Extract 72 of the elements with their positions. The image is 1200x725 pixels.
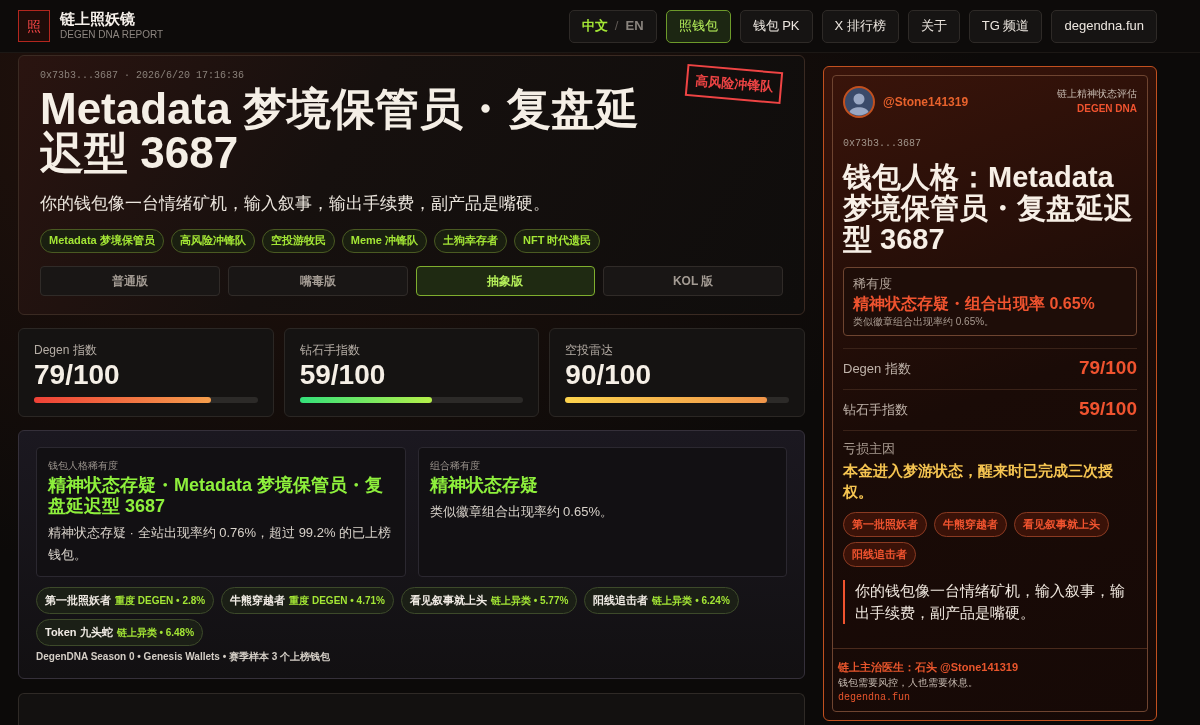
rarity-description: 精神状态存疑 · 全站出现率约 0.76%，超过 99.2% 的已上榜钱包。 xyxy=(48,523,393,564)
badge-detail: 链上异类 • 6.48% xyxy=(116,625,195,640)
share-site-link[interactable]: degendna.fun xyxy=(838,690,910,705)
nav-button[interactable]: degendna.fun xyxy=(1051,9,1157,43)
rarity-label: 组合稀有度 xyxy=(429,458,481,473)
trait-tag: 空投游牧民 xyxy=(261,228,335,253)
badge-name: 看见叙事就上头 xyxy=(409,592,487,608)
share-tag: 阳线追击者 xyxy=(843,542,916,567)
site-title: 链上照妖镜 xyxy=(60,10,136,28)
stat-label: Degen 指数 xyxy=(34,341,98,359)
version-tab[interactable]: 嘴毒版 xyxy=(227,265,408,296)
score-label: 钻石手指数 xyxy=(843,400,908,419)
badge-detail: 链上异类 • 6.24% xyxy=(652,593,730,608)
share-title: 钱包人格：Metadata 梦境保管员・复盘延迟型 3687 xyxy=(843,162,1134,255)
trait-tag: 土狗幸存者 xyxy=(434,228,507,253)
score-value: 59/100 xyxy=(1078,397,1137,422)
risk-stamp: 高风险冲锋队 xyxy=(684,63,784,104)
persona-title: Metadata 梦境保管员・复盘延迟型 3687 xyxy=(40,87,640,175)
site-subtitle: DEGEN DNA REPORT xyxy=(60,28,164,42)
badge-detail: 重度 DEGEN • 4.71% xyxy=(289,593,385,608)
share-address: 0x73b3...3687 xyxy=(843,137,922,151)
language-option[interactable]: 中文 xyxy=(581,16,608,36)
badge-detail: 重度 DEGEN • 2.8% xyxy=(115,593,206,608)
share-rarity-label: 稀有度 xyxy=(853,275,893,293)
share-credit: 链上主治医生：石头 @Stone141319 xyxy=(838,659,1019,675)
tagline: 你的钱包像一台情绪矿机，输入叙事，输出手续费，副产品是嘴硬。 xyxy=(40,193,551,215)
rarity-label: 钱包人格稀有度 xyxy=(48,458,119,473)
version-tab[interactable]: 抽象版 xyxy=(415,265,596,296)
badge-name: 阳线追击者 xyxy=(593,592,649,608)
share-tag: 看见叙事就上头 xyxy=(1014,512,1109,537)
stat-label: 钻石手指数 xyxy=(299,341,361,359)
share-rarity-title: 精神状态存疑・组合出现率 0.65% xyxy=(853,293,1096,314)
report-meta: 0x73b3...3687 · 2026/6/20 17:16:36 xyxy=(40,69,245,83)
nav-button[interactable]: 钱包 PK xyxy=(739,9,813,43)
version-tab[interactable]: KOL 版 xyxy=(603,265,783,296)
share-tag: 牛熊穿越者 xyxy=(934,512,1007,537)
logo-badge: 照 xyxy=(18,10,50,42)
avatar xyxy=(843,86,875,118)
loss-reason: 本金进入梦游状态，醒来时已完成三次授权。 xyxy=(843,461,1114,502)
nav-button[interactable]: TG 频道 xyxy=(968,9,1043,43)
rarity-description: 类似徽章组合出现率约 0.65%。 xyxy=(429,502,614,521)
score-label: Degen 指数 xyxy=(843,359,911,378)
language-option[interactable]: EN xyxy=(625,16,644,36)
share-tag: 第一批照妖者 xyxy=(843,512,927,537)
share-eyebrow: 链上精神状态评估 xyxy=(1057,87,1137,101)
nav-button[interactable]: X 排行榜 xyxy=(821,9,899,43)
stat-value: 59/100 xyxy=(299,358,387,391)
trait-tag: 高风险冲锋队 xyxy=(170,228,255,253)
trait-tag: Meme 冲锋队 xyxy=(341,228,427,253)
version-tab[interactable]: 普通版 xyxy=(40,265,220,296)
rarity-title: 精神状态存疑 xyxy=(429,474,539,496)
badge-name: 牛熊穿越者 xyxy=(230,592,286,608)
score-value: 79/100 xyxy=(1078,356,1137,381)
share-motto: 钱包需要风控，人也需要休息。 xyxy=(838,676,978,690)
loss-label: 亏损主因 xyxy=(843,439,896,458)
share-quote: 你的钱包像一台情绪矿机，输入叙事，输出手续费，副产品是嘴硬。 xyxy=(843,580,1137,624)
trait-tag: NFT 时代遗民 xyxy=(514,228,601,253)
badge-detail: 链上异类 • 5.77% xyxy=(490,593,569,608)
stat-label: 空投雷达 xyxy=(565,341,615,359)
nav-button[interactable]: 照钱包 xyxy=(665,9,731,43)
season-note: DegenDNA Season 0 • Genesis Wallets • 赛季样本 3 个上榜钱包 xyxy=(36,649,332,664)
trait-tag: Metadata 梦境保管员 xyxy=(40,228,164,253)
language-separator: / xyxy=(614,17,619,36)
share-brand: DEGEN DNA xyxy=(1077,102,1137,116)
share-handle: @Stone141319 xyxy=(883,94,969,111)
badge-name: Token 九头蛇 xyxy=(45,624,113,640)
badge-name: 第一批照妖者 xyxy=(45,592,111,608)
stat-value: 79/100 xyxy=(34,358,121,391)
share-rarity-note: 类似徽章组合出现率约 0.65%。 xyxy=(853,314,996,329)
stat-value: 90/100 xyxy=(565,358,652,391)
rarity-title: 精神状态存疑・Metadata 梦境保管员・复盘延迟型 3687 xyxy=(48,474,385,517)
nav-button[interactable]: 关于 xyxy=(907,9,960,43)
